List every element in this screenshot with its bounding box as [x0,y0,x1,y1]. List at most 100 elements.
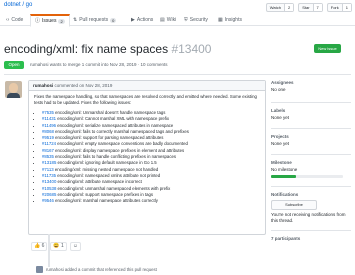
divider [271,230,351,231]
issue-link[interactable]: #8535 [42,154,54,159]
graph-icon: ▦ [218,17,223,23]
sidebar-heading: Projects [271,134,289,139]
reaction-count: 1 [61,243,64,249]
sidebar-value: None yet [271,115,290,120]
sidebar-heading: Labels [271,108,286,113]
watch-label: Watch [269,5,281,10]
tab-wiki[interactable]: ▤ Wiki [160,15,176,25]
timeline-line [48,234,50,267]
issue-link[interactable]: #20685 [42,192,56,197]
milestone-progress [271,175,343,178]
comment-body: Fixes the namespace handling, so that na… [29,91,265,207]
issue-text: encoding/xml: missing nested namespace n… [54,166,159,172]
avatar-body [7,93,20,98]
sidebar-value: None yet [271,141,290,146]
tab-insights[interactable]: ▦ Insights [218,15,242,25]
fork-button[interactable]: Fork 1 [326,3,352,12]
star-label: Star [302,5,310,10]
tab-actions[interactable]: ▶ Actions [131,15,153,25]
repo-tabs: ‹› Code ⓘ Issues 2 ⇅ Pull requests 0 ▶ Actions… [0,13,355,27]
tab-pull-requests[interactable]: ⇅ Pull requests 0 [73,15,117,25]
thumbs-up-reaction[interactable]: 👍 6 [31,242,48,251]
pr-title: encoding/xml: fix name spaces #13400 [4,42,211,56]
issue-link[interactable]: #7535 [42,110,54,115]
tab-label: Pull requests [79,17,109,23]
pr-meta: rumahosi wants to merge 1 commit into No… [30,62,168,67]
fork-label: Fork [330,5,339,10]
repo-header: dotnet / go Watch 2 Star 7 Fork 1 [0,0,355,13]
comment-box: rumahosi commented on Nov 28, 2019 Fixes… [28,80,266,235]
repo-breadcrumb[interactable]: dotnet / go [4,2,32,8]
tab-label: Issues [42,18,57,24]
sidebar-heading: Assignees [271,80,294,85]
issue-text: encoding/xml: display namespace prefixes… [55,147,185,153]
smiley-icon: ☺ [72,243,78,249]
tab-count: 0 [110,17,117,23]
issue-list: #7535 encoding/xml: Unmarshal doesn't ha… [34,110,260,204]
avatar[interactable] [36,266,43,273]
tab-label: Security [189,17,208,23]
issue-text: encoding/xml: empty namespace convention… [57,141,188,147]
issue-text: encoding/xml: fails to correctly marshal… [55,128,189,134]
milestone-progress-fill [271,175,297,178]
issue-link[interactable]: #11724 [42,141,56,146]
star-count: 7 [312,4,322,11]
shield-icon: ⛨ [184,17,188,23]
comment-header: rumahosi commented on Nov 28, 2019 [29,81,265,91]
tab-security[interactable]: ⛨ Security [184,15,208,25]
issue-text: encoding/xml: serialize namespaced attri… [57,122,174,128]
sidebar-labels[interactable]: Labels None yet [271,108,351,120]
comment-date: commented on Nov 28, 2019 [54,83,113,88]
avatar-face [9,83,18,93]
sidebar-projects[interactable]: Projects None yet [271,134,351,146]
status-badge: Open [4,61,24,69]
timeline-commit: rumahosi added a commit that referenced … [36,266,157,273]
tab-code[interactable]: ‹› Code [6,15,23,25]
book-icon: ▤ [160,17,165,23]
code-icon: ‹› [6,17,10,23]
play-icon: ▶ [131,17,135,23]
add-reaction-button[interactable]: ☺ [69,242,81,251]
comment-author[interactable]: rumahosi [33,83,53,88]
sidebar-heading: Milestone [271,160,292,165]
star-button[interactable]: Star 7 [298,3,323,12]
tab-issues[interactable]: ⓘ Issues 2 [30,14,70,27]
divider [271,154,351,155]
fork-count: 1 [341,4,351,11]
tab-label: Wiki [166,17,177,23]
sidebar-assignees[interactable]: Assignees No one [271,80,351,92]
sidebar-note: You're not receiving notifications from … [271,212,346,223]
pr-title-text: encoding/xml: fix name spaces [4,42,169,56]
issue-text: encoding/xml: marshal namespace attribut… [55,198,158,204]
avatar[interactable] [5,81,22,98]
issue-link[interactable]: #11496 [42,123,56,128]
sidebar-notifications: Notifications Subscribe You're not receivi… [271,192,351,224]
sidebar-participants: 7 participants [271,236,351,241]
issue-link[interactable]: #8167 [42,148,54,153]
divider [271,186,351,187]
issue-link[interactable]: #13400 [42,179,56,184]
tab-label: Code [11,17,24,23]
issue-link[interactable]: #8068 [42,129,54,134]
reaction-count: 6 [41,243,45,249]
new-issue-button[interactable]: New issue [314,44,341,53]
tab-label: Actions [136,17,154,23]
issue-text: encoding/xml: support for parsing namesp… [55,135,164,141]
issue-link[interactable]: #10538 [42,186,56,191]
pull-request-icon: ⇅ [73,17,78,23]
commit-text: rumahosi added a commit that referenced … [46,267,157,272]
issue-link[interactable]: #11735 [42,173,56,178]
pr-number: #13400 [171,42,212,56]
laugh-reaction[interactable]: 😄 1 [50,242,67,251]
issue-link[interactable]: #13185 [42,160,56,165]
laugh-icon: 😄 [53,243,60,249]
issue-link[interactable]: #7113 [42,167,54,172]
issue-link[interactable]: #9519 [42,135,54,140]
subscribe-button[interactable]: Subscribe [271,200,317,210]
issue-icon: ⓘ [35,18,41,24]
sidebar-milestone[interactable]: Milestone No milestone [271,160,351,178]
issue-link[interactable]: #11431 [42,116,56,121]
watch-button[interactable]: Watch 2 [265,3,295,12]
issue-text: encoding/xml: namespaced xmlns attribute… [57,172,161,178]
issue-link[interactable]: #9546 [42,198,54,203]
